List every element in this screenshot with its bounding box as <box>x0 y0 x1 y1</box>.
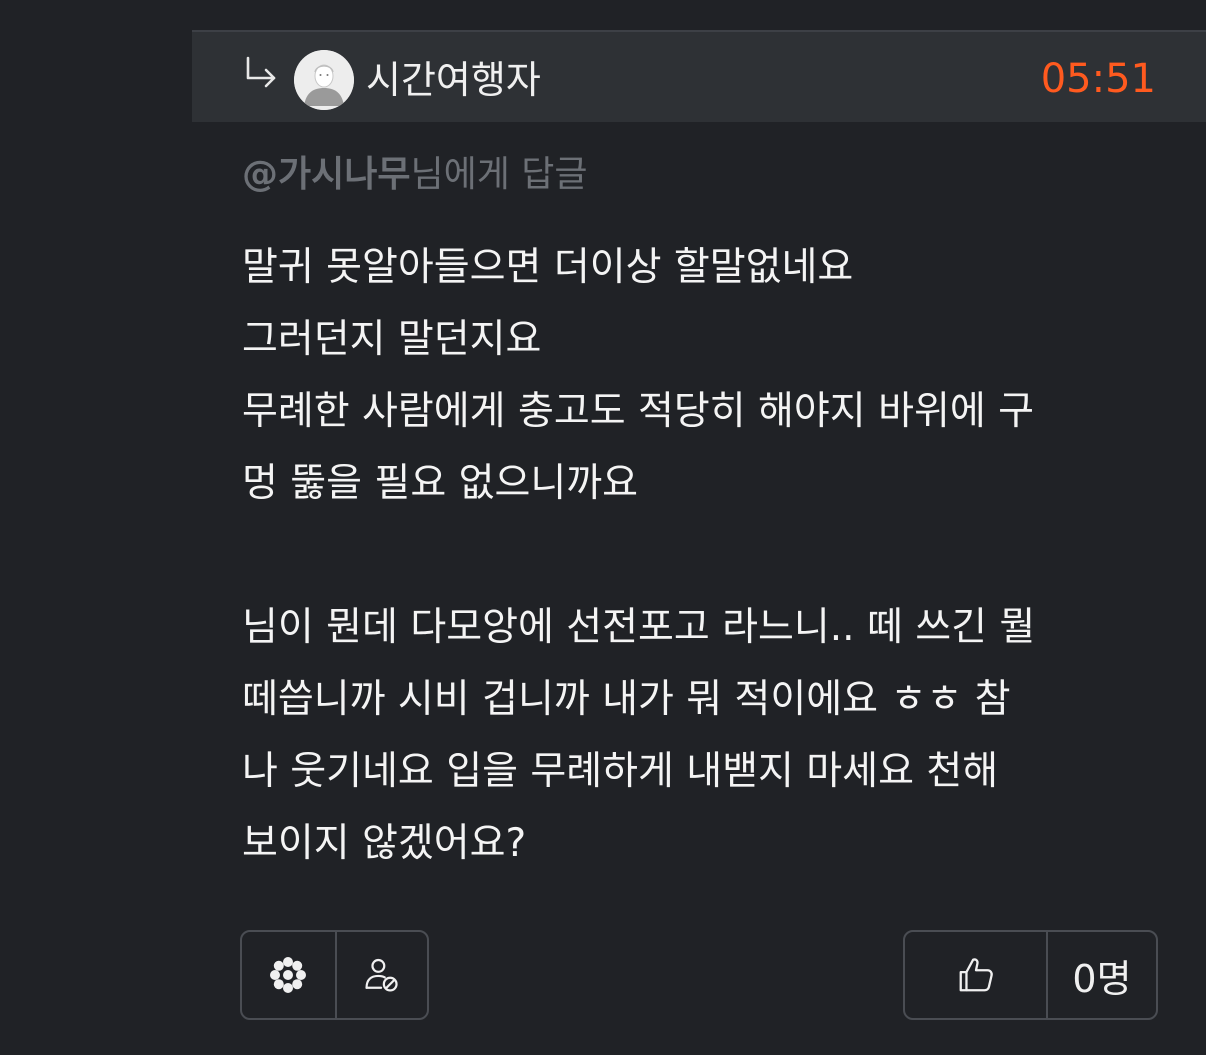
comment-line: 말귀 못알아들으면 더이상 할말없네요 <box>242 245 854 290</box>
comment-line: 무례한 사람에게 충고도 적당히 해야지 바위에 구 <box>242 389 1034 434</box>
comment-line: 나 웃기네요 입을 무례하게 내밷지 마세요 천해 <box>242 749 999 794</box>
reply-target: @가시나무님에게 답글 <box>242 150 588 200</box>
like-box: 0명 <box>903 930 1158 1020</box>
comment-body: 말귀 못알아들으면 더이상 할말없네요 그러던지 말던지요 무례한 사람에게 충… <box>242 232 1172 880</box>
mention-link[interactable]: @가시나무 <box>242 154 410 195</box>
like-count: 0명 <box>1046 932 1156 1018</box>
thumbs-up-icon <box>959 958 993 992</box>
comment-line-blank <box>242 520 1172 592</box>
block-user-button[interactable] <box>334 932 428 1018</box>
default-avatar-icon <box>294 50 354 110</box>
comment-line: 멍 뚫을 필요 없으니까요 <box>242 461 638 506</box>
comment-time: 05:51 <box>1040 56 1156 102</box>
user-block-icon <box>365 958 398 992</box>
comment-line: 님이 뭔데 다모앙에 선전포고 라느니.. 떼 쓰긴 뭘 <box>242 605 1036 650</box>
user-avatar[interactable] <box>294 50 354 110</box>
reply-target-suffix: 님에게 답글 <box>410 154 588 195</box>
flower-button[interactable] <box>242 932 335 1018</box>
reply-header: 시간여행자 05:51 <box>192 30 1206 122</box>
comment-line: 떼씁니까 시비 겁니까 내가 뭐 적이에요 ㅎㅎ 참 <box>242 677 1011 722</box>
comment-tools <box>240 930 429 1020</box>
flower-icon <box>270 957 307 993</box>
reply-arrow-icon <box>246 56 276 88</box>
comment-reply: 시간여행자 05:51 @가시나무님에게 답글 말귀 못알아들으면 더이상 할말… <box>0 0 1206 1055</box>
like-button[interactable] <box>905 932 1046 1018</box>
comment-line: 그러던지 말던지요 <box>242 317 542 362</box>
username[interactable]: 시간여행자 <box>366 56 541 104</box>
comment-line: 보이지 않겠어요? <box>242 821 527 866</box>
